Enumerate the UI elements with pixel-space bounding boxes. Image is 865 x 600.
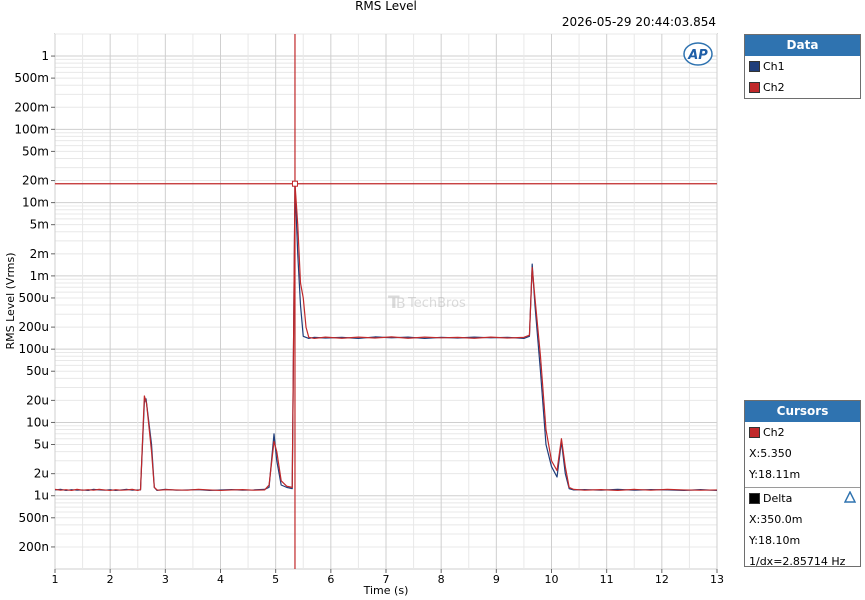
data-item-label: Ch2 [763,81,785,94]
y-tick-label: 2u [34,467,49,481]
cursors-panel-title: Cursors [745,401,860,422]
y-tick-label: 500m [14,71,49,85]
y-tick-label: 20m [22,174,49,188]
chart-timestamp: 2026-05-29 20:44:03.854 [562,15,716,29]
x-tick-label: 12 [655,573,669,586]
y-tick-label: 1m [30,269,49,283]
watermark-text: TechBros [407,296,466,311]
rms-level-chart: RMS Level 2026-05-29 20:44:03.854 T B Te… [4,0,724,597]
y-axis-ticks: 1 500m 200m 100m 50m 20m 10m 5m 2m 1m 500u 200u 100u… [14,49,55,554]
cursor-channel-label: Ch2 [763,426,785,439]
ap-logo-text: AP [687,48,708,63]
x-tick-label: 3 [162,573,169,586]
x-axis-label: Time (s) [363,584,409,597]
x-tick-label: 9 [493,573,500,586]
y-tick-label: 5m [30,218,49,232]
ch2-swatch [749,427,760,438]
y-tick-label: 200n [18,540,49,554]
cursor-channel-row[interactable]: Ch2 [745,422,860,443]
x-tick-label: 13 [710,573,724,586]
delta-inv-dx-value: 1/dx=2.85714 Hz [749,555,846,568]
cursor-marker [291,180,298,187]
watermark: T B TechBros [388,293,466,313]
y-tick-label: 50u [26,364,49,378]
y-tick-label: 500u [18,291,49,305]
delta-y-value: Y:18.10m [749,534,801,547]
ch2-swatch [749,82,760,93]
data-item-ch1[interactable]: Ch1 [745,56,860,77]
svg-text:B: B [396,296,406,312]
delta-x-value: X:350.0m [749,513,803,526]
x-tick-label: 5 [272,573,279,586]
ch1-swatch [749,61,760,72]
chart-title: RMS Level [355,0,417,13]
data-panel-title: Data [745,35,860,56]
x-tick-label: 2 [107,573,114,586]
y-tick-label: 5u [34,438,49,452]
cursor-x-value: X:5.350 [749,447,792,460]
y-tick-label: 50m [22,144,49,158]
y-axis-label: RMS Level (Vrms) [4,252,17,349]
x-tick-label: 4 [217,573,224,586]
delta-icon[interactable] [844,491,856,503]
data-item-ch2[interactable]: Ch2 [745,77,860,98]
x-tick-label: 11 [600,573,614,586]
data-item-label: Ch1 [763,60,785,73]
y-tick-label: 2m [30,247,49,261]
x-tick-label: 1 [52,573,59,586]
y-tick-label: 1 [41,49,49,63]
delta-row[interactable]: Delta [745,488,860,509]
y-tick-label: 20u [26,393,49,407]
y-tick-label: 100u [18,342,49,356]
delta-label: Delta [763,492,793,505]
y-tick-label: 100m [14,122,49,136]
y-tick-label: 200m [14,100,49,114]
delta-swatch [749,493,760,504]
x-tick-label: 6 [327,573,334,586]
y-tick-label: 200u [18,320,49,334]
y-tick-label: 10u [26,415,49,429]
cursor-y-value: Y:18.11m [749,468,801,481]
x-tick-label: 8 [438,573,445,586]
x-tick-label: 10 [545,573,559,586]
y-tick-label: 1u [34,489,49,503]
y-tick-label: 10m [22,196,49,210]
ap-logo: AP [683,42,713,66]
y-tick-label: 500n [18,511,49,525]
data-panel: Data Ch1 Ch2 [744,34,861,99]
cursors-panel: Cursors Ch2 X:5.350 Y:18.11m Delta X:350… [744,400,861,568]
